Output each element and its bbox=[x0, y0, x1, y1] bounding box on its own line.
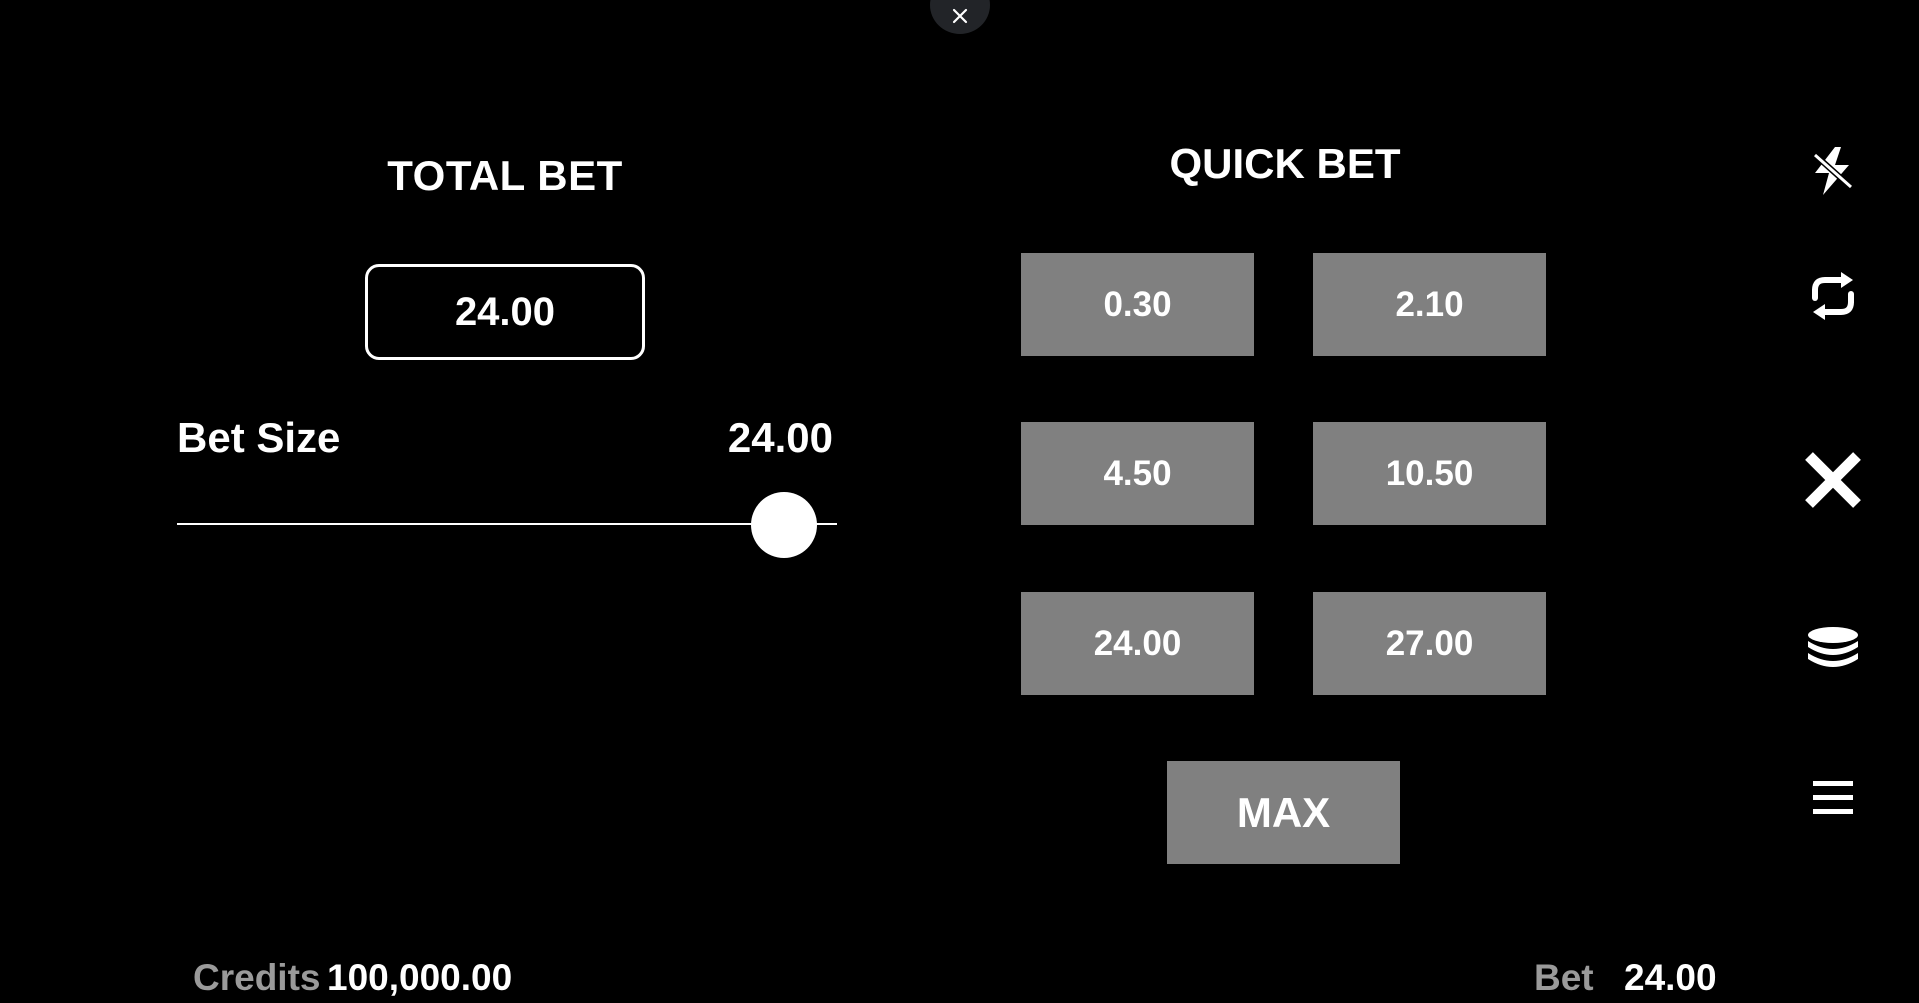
bet-value: 24.00 bbox=[1624, 957, 1717, 998]
autoplay-icon bbox=[1812, 272, 1854, 320]
menu-icon bbox=[1813, 781, 1853, 814]
close-icon bbox=[952, 8, 968, 24]
slider-track bbox=[177, 523, 837, 525]
quick-bet-button[interactable]: 10.50 bbox=[1313, 422, 1546, 525]
turbo-button[interactable] bbox=[1800, 138, 1866, 204]
quick-bet-title: QUICK BET bbox=[1169, 140, 1401, 187]
close-settings-button[interactable] bbox=[1800, 447, 1866, 513]
turbo-icon bbox=[1810, 147, 1856, 195]
coin-stack-icon bbox=[1808, 627, 1858, 667]
credits-value: 100,000.00 bbox=[327, 957, 513, 998]
max-bet-button[interactable]: MAX bbox=[1167, 761, 1400, 864]
bet-size-value: 24.00 bbox=[727, 414, 833, 461]
quick-bet-button[interactable]: 2.10 bbox=[1313, 253, 1546, 356]
quick-bet-button[interactable]: 27.00 bbox=[1313, 592, 1546, 695]
bet-size-slider[interactable] bbox=[177, 490, 837, 560]
autoplay-button[interactable] bbox=[1800, 263, 1866, 329]
quick-bet-button[interactable]: 0.30 bbox=[1021, 253, 1254, 356]
close-icon bbox=[1805, 452, 1861, 508]
quick-bet-button[interactable]: 24.00 bbox=[1021, 592, 1254, 695]
slider-thumb[interactable] bbox=[751, 492, 818, 558]
quick-bet-button[interactable]: 4.50 bbox=[1021, 422, 1254, 525]
bet-settings-button[interactable] bbox=[1800, 617, 1866, 683]
bet-settings-screen: TOTAL BET 24.00 Bet Size 24.00 QUICK BET… bbox=[0, 0, 1919, 1003]
collapse-panel-button[interactable] bbox=[930, 0, 990, 34]
total-bet-title: TOTAL BET bbox=[387, 152, 623, 199]
total-bet-value: 24.00 bbox=[365, 264, 645, 360]
credits-label: Credits bbox=[193, 957, 321, 998]
bet-label: Bet bbox=[1534, 957, 1594, 998]
bet-size-label: Bet Size bbox=[177, 414, 341, 461]
menu-button[interactable] bbox=[1800, 765, 1866, 831]
